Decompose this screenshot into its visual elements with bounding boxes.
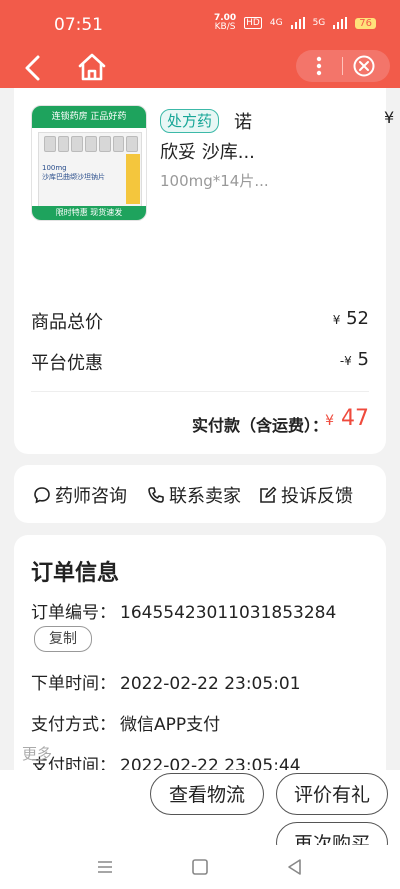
complaint-feedback-button[interactable]: 投诉反馈: [259, 482, 353, 508]
order-created-time: 下单时间： 2022-02-22 23:05:01: [31, 674, 301, 694]
edit-icon: [260, 486, 277, 503]
back-arrow-icon[interactable]: [20, 54, 48, 82]
mini-program-capsule: [296, 50, 390, 82]
order-number: 订单编号： 16455423011031853284: [31, 603, 337, 623]
hd-icon: HD: [244, 17, 262, 29]
signal-icon: [290, 17, 305, 29]
payment-method: 支付方式： 微信APP支付: [31, 715, 221, 735]
goods-total-label: 商品总价: [31, 312, 103, 333]
home-square-icon[interactable]: [190, 857, 210, 877]
copy-order-number-button[interactable]: 复制: [34, 626, 92, 652]
signal-4g-label: 4G: [269, 18, 283, 28]
divider: [31, 391, 369, 392]
network-speed: 7.00 KB/S: [213, 13, 237, 32]
status-time: 07:51: [54, 15, 103, 35]
more-dots-icon[interactable]: [304, 52, 334, 80]
payment-time: 支付时间： 2022-02-22 23:05:44: [31, 756, 301, 770]
platform-discount-label: 平台优惠: [31, 353, 103, 374]
signal-5g-label: 5G: [312, 18, 326, 28]
platform-discount-value: -¥ 5: [339, 349, 369, 370]
thumb-box-label: 100mg 沙库巴曲缬沙坦钠片: [42, 164, 105, 181]
close-icon[interactable]: [353, 55, 375, 77]
product-name-line1[interactable]: 诺: [234, 108, 252, 134]
product-price: ¥: [384, 108, 395, 127]
order-info-title: 订单信息: [31, 561, 120, 586]
thumb-footer: 限时特惠 现货速发: [32, 206, 146, 220]
pharmacist-consult-button[interactable]: 药师咨询: [33, 482, 127, 508]
goods-total-value: ¥ 52: [332, 308, 369, 329]
capsule-divider: [342, 57, 343, 75]
contact-seller-button[interactable]: 联系卖家: [147, 482, 241, 508]
status-icons: 7.00 KB/S HD 4G 5G 76: [214, 14, 376, 32]
chat-bubble-icon: [34, 487, 50, 504]
prescription-tag: 处方药: [160, 109, 220, 133]
top-bar: [0, 50, 400, 88]
battery-icon: 76: [355, 17, 376, 29]
product-image[interactable]: 连锁药房 正品好药 100mg 沙库巴曲缬沙坦钠片 限时特惠 现货速发: [31, 105, 147, 221]
bottom-action-bar: 查看物流 评价有礼 再次购买: [0, 770, 400, 864]
product-name-line2[interactable]: 欣妥 沙库...: [160, 138, 255, 164]
blister-pack: [44, 136, 139, 152]
more-link[interactable]: 更多: [22, 743, 52, 764]
order-info-card: 订单信息 订单编号： 16455423011031853284 复制 下单时间： 2…: [14, 535, 386, 770]
thumb-banner: 连锁药房 正品好药: [32, 106, 146, 128]
review-button[interactable]: 评价有礼: [276, 773, 388, 815]
paid-amount-label: 实付款（含运费）：: [191, 416, 328, 435]
view-logistics-button[interactable]: 查看物流: [150, 773, 264, 815]
menu-icon[interactable]: [95, 857, 115, 877]
service-actions: 药师咨询 联系卖家 投诉反馈: [14, 465, 386, 523]
paid-amount-value: ¥ 47: [325, 406, 369, 431]
scroll-content[interactable]: 连锁药房 正品好药 100mg 沙库巴曲缬沙坦钠片 限时特惠 现货速发 处方药 诺…: [0, 88, 400, 770]
phone-icon: [148, 487, 164, 503]
product-card: 连锁药房 正品好药 100mg 沙库巴曲缬沙坦钠片 限时特惠 现货速发 处方药 诺…: [14, 88, 394, 454]
box-stripe: [126, 154, 140, 204]
signal-icon-2: [333, 17, 348, 29]
back-triangle-icon[interactable]: [285, 857, 305, 877]
status-bar: 07:51 7.00 KB/S HD 4G 5G 76: [0, 0, 400, 50]
product-spec: 100mg*14片...: [160, 172, 269, 190]
home-icon[interactable]: [76, 52, 108, 82]
system-nav-bar: [0, 845, 400, 889]
order-number-value: 16455423011031853284: [120, 603, 337, 623]
